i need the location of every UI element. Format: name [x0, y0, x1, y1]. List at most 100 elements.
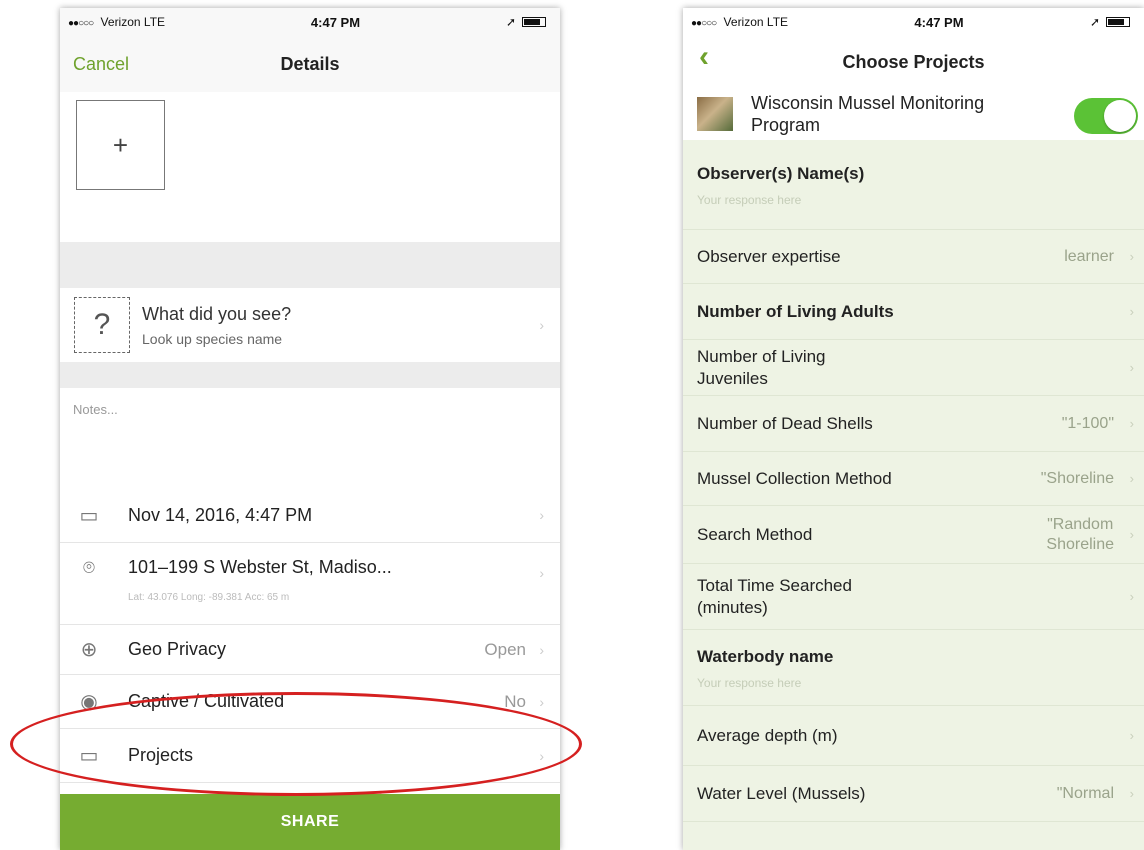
field-living-adults[interactable]: Number of Living Adults ›	[683, 284, 1144, 340]
signal-icon: ●●○○○	[68, 18, 94, 29]
project-toggle[interactable]	[1074, 98, 1138, 134]
project-name-line2: Program	[751, 115, 821, 135]
photo-area: +	[60, 92, 560, 242]
page-title: Choose Projects	[842, 51, 985, 72]
separator	[60, 242, 560, 288]
field-label: Average depth (m)	[697, 725, 838, 745]
field-water-level[interactable]: Water Level (Mussels) "Normal ›	[683, 766, 1144, 822]
briefcase-icon: ▭	[79, 745, 99, 767]
nav-bar: Cancel Details	[60, 36, 560, 92]
status-bar: ●●○○○ Verizon LTE 4:47 PM ➚	[60, 8, 560, 36]
field-placeholder[interactable]: Your response here	[697, 676, 801, 690]
field-label: Water Level (Mussels)	[697, 783, 866, 803]
notes-field[interactable]: Notes...	[60, 388, 560, 488]
battery-icon	[1106, 17, 1130, 27]
network: LTE	[766, 15, 789, 29]
location-pin-icon: ⌾	[83, 557, 95, 579]
details-screen: ●●○○○ Verizon LTE 4:47 PM ➚ Cancel Detai…	[60, 8, 560, 850]
chevron-right-icon: ›	[1129, 360, 1134, 375]
field-label: Mussel Collection Method	[697, 468, 892, 488]
globe-icon: ⊕	[80, 639, 98, 661]
location-coords: Lat: 43.076 Long: -89.381 Acc: 65 m	[128, 592, 290, 603]
chevron-right-icon: ›	[1129, 471, 1134, 486]
chevron-right-icon: ›	[539, 641, 544, 658]
field-label: Observer expertise	[697, 246, 841, 266]
chevron-right-icon: ›	[1129, 527, 1134, 542]
location-address: 101–199 S Webster St, Madiso...	[128, 557, 392, 577]
clock: 4:47 PM	[310, 14, 361, 30]
field-label-line1: Number of Living	[697, 346, 826, 366]
back-chevron-icon[interactable]: ‹	[699, 40, 709, 74]
chevron-right-icon: ›	[1129, 728, 1134, 743]
chevron-right-icon: ›	[1129, 786, 1134, 801]
field-observer-expertise[interactable]: Observer expertise learner ›	[683, 230, 1144, 284]
calendar-icon: ▭	[79, 504, 99, 527]
field-value-line1: "Random	[1047, 515, 1114, 533]
signal-icon: ●●○○○	[691, 18, 717, 29]
field-dead-shells[interactable]: Number of Dead Shells "1-100" ›	[683, 396, 1144, 452]
field-label: Observer(s) Name(s)	[697, 163, 865, 183]
location-arrow-icon: ➚	[505, 15, 516, 29]
choose-projects-screen: ●●○○○ Verizon LTE 4:47 PM ➚ ‹ Choose Pro…	[683, 8, 1144, 850]
project-name-line1: Wisconsin Mussel Monitoring	[751, 93, 985, 113]
species-subtitle: Look up species name	[142, 330, 283, 347]
field-collection-method[interactable]: Mussel Collection Method "Shoreline ›	[683, 452, 1144, 506]
chevron-right-icon: ›	[1129, 249, 1134, 264]
field-search-method[interactable]: Search Method "Random Shoreline ›	[683, 506, 1144, 564]
chevron-right-icon: ›	[539, 317, 544, 333]
project-row[interactable]: Wisconsin Mussel Monitoring Program	[683, 88, 1144, 140]
unknown-species-icon: ?	[74, 297, 130, 353]
carrier: Verizon	[723, 15, 764, 29]
add-photo-button[interactable]: +	[76, 100, 165, 190]
chevron-right-icon: ›	[539, 565, 544, 581]
projects-row[interactable]: ▭ Projects ›	[60, 729, 560, 783]
share-button[interactable]: SHARE	[60, 794, 560, 850]
location-row[interactable]: ⌾ 101–199 S Webster St, Madiso... Lat: 4…	[60, 543, 560, 625]
chevron-right-icon: ›	[1129, 589, 1134, 604]
geo-privacy-label: Geo Privacy	[128, 639, 227, 659]
date-row[interactable]: ▭ Nov 14, 2016, 4:47 PM ›	[60, 488, 560, 543]
network: LTE	[143, 15, 166, 29]
species-title: What did you see?	[142, 303, 292, 324]
field-label-line1: Total Time Searched	[697, 575, 852, 595]
field-label: Waterbody name	[697, 646, 834, 666]
field-total-time[interactable]: Total Time Searched (minutes) ›	[683, 564, 1144, 630]
field-value: "Normal	[1056, 784, 1114, 802]
geo-privacy-row[interactable]: ⊕ Geo Privacy Open ›	[60, 625, 560, 675]
field-value-line2: Shoreline	[1046, 535, 1114, 553]
field-value: "Shoreline	[1040, 469, 1114, 487]
location-arrow-icon: ➚	[1089, 15, 1100, 29]
species-row[interactable]: ? What did you see? Look up species name…	[60, 288, 560, 362]
captive-label: Captive / Cultivated	[128, 691, 285, 711]
nav-bar: ‹ Choose Projects	[683, 36, 1144, 88]
page-title: Details	[280, 53, 340, 74]
geo-privacy-value: Open	[484, 639, 526, 659]
chevron-right-icon: ›	[539, 747, 544, 764]
status-bar: ●●○○○ Verizon LTE 4:47 PM ➚	[683, 8, 1144, 36]
project-thumbnail	[697, 97, 733, 131]
date-label: Nov 14, 2016, 4:47 PM	[128, 504, 313, 525]
field-label-line2: (minutes)	[697, 597, 768, 617]
field-value: learner	[1064, 247, 1114, 265]
chevron-right-icon: ›	[539, 507, 544, 523]
field-value: "1-100"	[1061, 414, 1114, 432]
separator	[60, 362, 560, 388]
field-label-line2: Juveniles	[697, 368, 768, 388]
cancel-button[interactable]: Cancel	[73, 54, 129, 75]
field-label: Search Method	[697, 524, 813, 544]
field-living-juveniles[interactable]: Number of Living Juveniles ›	[683, 340, 1144, 396]
field-observer-names[interactable]: Observer(s) Name(s) Your response here	[683, 140, 1144, 230]
captive-row[interactable]: ◉ Captive / Cultivated No ›	[60, 675, 560, 729]
projects-label: Projects	[128, 745, 194, 765]
captive-value: No	[504, 691, 526, 711]
field-waterbody-name[interactable]: Waterbody name Your response here	[683, 630, 1144, 706]
field-placeholder[interactable]: Your response here	[697, 193, 801, 207]
fishbowl-icon: ◉	[80, 691, 98, 713]
chevron-right-icon: ›	[539, 693, 544, 710]
field-label: Number of Living Adults	[697, 301, 894, 321]
battery-icon	[522, 17, 546, 27]
field-average-depth[interactable]: Average depth (m) ›	[683, 706, 1144, 766]
clock: 4:47 PM	[914, 14, 964, 30]
chevron-right-icon: ›	[1129, 304, 1134, 319]
chevron-right-icon: ›	[1129, 416, 1134, 431]
